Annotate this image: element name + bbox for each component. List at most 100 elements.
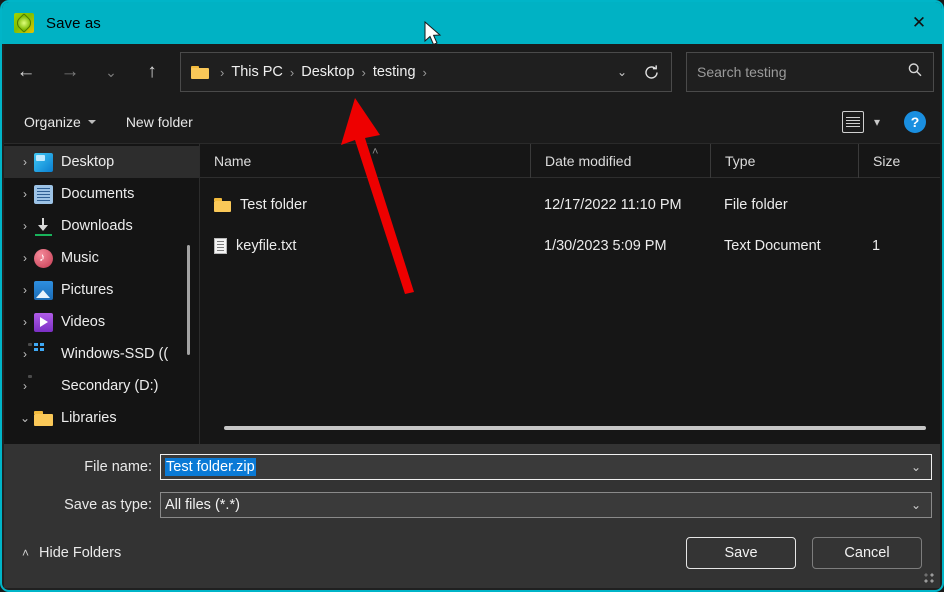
- chevron-right-icon[interactable]: ›: [16, 155, 34, 169]
- desktop-icon: [34, 153, 53, 172]
- column-header-date-modified[interactable]: Date modified: [530, 144, 710, 178]
- sidebar-item-label: Desktop: [61, 154, 114, 170]
- chevron-right-icon[interactable]: ›: [16, 347, 34, 361]
- column-headers: Name ˄ Date modified Type Size: [200, 144, 940, 178]
- file-name-row: File name: Test folder.zip ⌄: [4, 452, 940, 482]
- chevron-right-icon[interactable]: ›: [16, 251, 34, 265]
- documents-icon: [34, 185, 53, 204]
- text-document-icon: [214, 238, 227, 254]
- chevron-down-icon[interactable]: ⌄: [911, 498, 931, 512]
- breadcrumb-separator-2: ›: [354, 65, 372, 80]
- resize-grip[interactable]: [924, 573, 935, 584]
- file-name-cell: Test folder: [200, 197, 530, 213]
- chevron-right-icon[interactable]: ›: [16, 219, 34, 233]
- sidebar-item-label: Music: [61, 250, 99, 266]
- sidebar-item-label: Downloads: [61, 218, 133, 234]
- sidebar-item-documents[interactable]: › Documents: [4, 178, 199, 210]
- hide-folders-button[interactable]: ˄ Hide Folders: [4, 545, 121, 561]
- file-type-cell: Text Document: [710, 238, 858, 254]
- chevron-right-icon[interactable]: ›: [16, 379, 34, 393]
- drive-windows-icon: [34, 345, 53, 364]
- horizontal-scrollbar[interactable]: [224, 426, 926, 430]
- dialog-footer: ˄ Hide Folders Save Cancel: [4, 518, 940, 588]
- chevron-down-icon: [88, 120, 96, 128]
- file-name-label: keyfile.txt: [236, 238, 296, 254]
- chevron-down-icon[interactable]: ⌄: [607, 65, 637, 79]
- breadcrumb-separator-1: ›: [283, 65, 301, 80]
- search-icon[interactable]: [907, 62, 923, 83]
- sidebar-item-desktop[interactable]: › Desktop: [4, 146, 199, 178]
- chevron-right-icon[interactable]: ›: [16, 283, 34, 297]
- libraries-folder-icon: [34, 411, 53, 426]
- chevron-down-icon[interactable]: ⌄: [911, 460, 931, 474]
- table-row[interactable]: Test folder 12/17/2022 11:10 PM File fol…: [200, 184, 940, 225]
- chevron-up-icon: ˄: [22, 546, 29, 560]
- forward-button[interactable]: →: [48, 52, 92, 92]
- column-header-size[interactable]: Size: [858, 144, 934, 178]
- search-input[interactable]: Search testing: [686, 52, 934, 92]
- file-date-cell: 1/30/2023 5:09 PM: [530, 238, 710, 254]
- save-as-type-label: Save as type:: [4, 497, 160, 513]
- file-name-input[interactable]: Test folder.zip ⌄: [160, 454, 932, 480]
- list-view-icon[interactable]: [842, 111, 864, 133]
- breadcrumb-separator-0: ›: [213, 65, 231, 80]
- footer-buttons: Save Cancel: [686, 537, 940, 569]
- column-header-type[interactable]: Type: [710, 144, 858, 178]
- sidebar-item-label: Libraries: [61, 410, 117, 426]
- title-bar[interactable]: Save as ✕: [2, 2, 942, 44]
- chevron-down-icon[interactable]: ⌄: [16, 411, 34, 425]
- chevron-right-icon[interactable]: ›: [16, 187, 34, 201]
- sidebar-item-label: Windows-SSD ((: [61, 346, 168, 362]
- breadcrumb-item-desktop[interactable]: Desktop: [301, 64, 354, 80]
- save-as-dialog: Save as ✕ ← → ⌄ ↑ › This PC › Desktop › …: [0, 0, 944, 592]
- sidebar-item-secondary-d[interactable]: › Secondary (D:): [4, 370, 199, 402]
- breadcrumb-item-testing[interactable]: testing: [373, 64, 416, 80]
- downloads-icon: [34, 217, 53, 236]
- organize-button[interactable]: Organize: [14, 110, 106, 134]
- breadcrumb[interactable]: › This PC › Desktop › testing › ⌄: [180, 52, 672, 92]
- file-size-cell: 1: [858, 238, 934, 254]
- dialog-body: › Desktop › Documents › Downloads › Musi…: [4, 144, 940, 444]
- refresh-icon[interactable]: [637, 64, 665, 81]
- sidebar-item-label: Secondary (D:): [61, 378, 159, 394]
- sidebar-item-pictures[interactable]: › Pictures: [4, 274, 199, 306]
- chevron-right-icon[interactable]: ›: [16, 315, 34, 329]
- search-placeholder: Search testing: [697, 64, 907, 80]
- navigation-bar: ← → ⌄ ↑ › This PC › Desktop › testing › …: [4, 44, 940, 100]
- file-type-cell: File folder: [710, 197, 858, 213]
- window-title: Save as: [46, 15, 101, 32]
- file-name-label: Test folder: [240, 197, 307, 213]
- hide-folders-label: Hide Folders: [39, 545, 121, 561]
- recent-locations-button[interactable]: ⌄: [92, 52, 130, 92]
- sidebar-item-videos[interactable]: › Videos: [4, 306, 199, 338]
- up-button[interactable]: ↑: [130, 52, 174, 92]
- view-options-caret-icon[interactable]: ▾: [868, 115, 886, 129]
- breadcrumb-separator-3: ›: [416, 65, 434, 80]
- save-as-type-value: All files (*.*): [165, 497, 240, 513]
- file-name-value: Test folder.zip: [165, 458, 256, 476]
- back-button[interactable]: ←: [4, 52, 48, 92]
- save-as-type-select[interactable]: All files (*.*) ⌄: [160, 492, 932, 518]
- save-button[interactable]: Save: [686, 537, 796, 569]
- save-as-type-row: Save as type: All files (*.*) ⌄: [4, 490, 940, 520]
- file-date-cell: 12/17/2022 11:10 PM: [530, 197, 710, 213]
- navigation-pane: › Desktop › Documents › Downloads › Musi…: [4, 144, 200, 444]
- folder-icon: [191, 65, 209, 79]
- sidebar-item-label: Videos: [61, 314, 105, 330]
- table-row[interactable]: keyfile.txt 1/30/2023 5:09 PM Text Docum…: [200, 225, 940, 266]
- sidebar-item-libraries[interactable]: ⌄ Libraries: [4, 402, 199, 434]
- help-button[interactable]: ?: [904, 111, 926, 133]
- new-folder-button[interactable]: New folder: [116, 110, 203, 134]
- close-icon[interactable]: ✕: [896, 2, 942, 44]
- folder-icon: [214, 198, 231, 212]
- cancel-button[interactable]: Cancel: [812, 537, 922, 569]
- sidebar-scrollbar[interactable]: [187, 245, 190, 355]
- sidebar-item-music[interactable]: › Music: [4, 242, 199, 274]
- column-header-name[interactable]: Name ˄: [200, 144, 530, 178]
- toolbar-right-group: ▾ ?: [842, 111, 940, 133]
- sidebar-item-downloads[interactable]: › Downloads: [4, 210, 199, 242]
- file-list: Name ˄ Date modified Type Size Test fold…: [200, 144, 940, 444]
- breadcrumb-item-this-pc[interactable]: This PC: [231, 64, 283, 80]
- videos-icon: [34, 313, 53, 332]
- sidebar-item-windows-ssd[interactable]: › Windows-SSD ((: [4, 338, 199, 370]
